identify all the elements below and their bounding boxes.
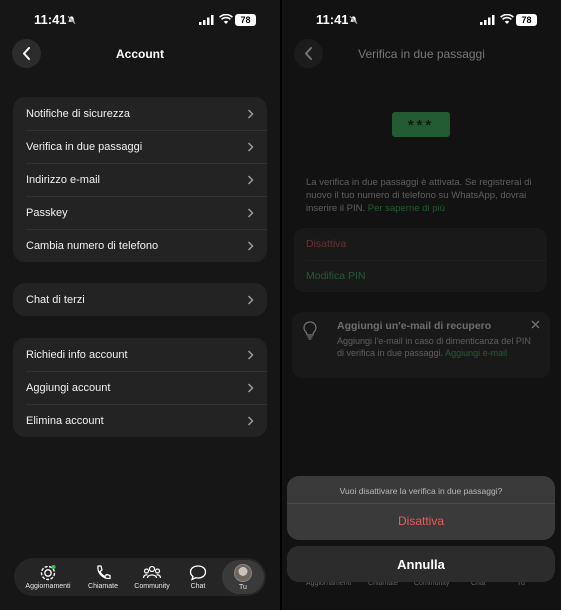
- pin-actions-group: Disattiva Modifica PIN: [294, 228, 547, 292]
- verification-info-text: La verifica in due passaggi è attivata. …: [306, 177, 532, 214]
- row-request-account-info[interactable]: Richiedi info account: [13, 338, 267, 371]
- tab-you[interactable]: Tu: [222, 560, 264, 594]
- status-bar: 11:41 78: [282, 12, 561, 30]
- battery-indicator: 78: [235, 14, 256, 26]
- community-icon: [143, 565, 161, 579]
- wifi-icon: [500, 14, 514, 24]
- bottom-tab-bar-labels: Aggiornamenti Chiamate Community Chat Tu: [296, 580, 547, 594]
- account-management-group: Richiedi info account Aggiungi account E…: [13, 338, 267, 437]
- tab-chat[interactable]: Chat: [180, 558, 216, 596]
- updates-icon: [40, 565, 56, 581]
- wifi-icon: [219, 14, 233, 24]
- chevron-right-icon: [247, 207, 254, 218]
- battery-indicator: 78: [516, 14, 537, 26]
- chevron-right-icon: [247, 108, 254, 119]
- page-title: Verifica in due passaggi: [358, 47, 485, 61]
- chevron-right-icon: [247, 349, 254, 360]
- action-sheet-message: Vuoi disattivare la verifica in due pass…: [339, 486, 503, 496]
- chevron-right-icon: [247, 294, 254, 305]
- action-sheet: Vuoi disattivare la verifica in due pass…: [287, 476, 555, 540]
- page-title: Account: [116, 47, 164, 61]
- row-security-notifications[interactable]: Notifiche di sicurezza: [13, 97, 267, 130]
- chevron-right-icon: [247, 240, 254, 251]
- divider: [287, 503, 555, 504]
- tab-calls[interactable]: Chiamate: [82, 558, 124, 596]
- row-delete-account[interactable]: Elimina account: [13, 404, 267, 437]
- change-pin-button[interactable]: Modifica PIN: [294, 260, 547, 292]
- two-step-verification-screen: 11:41 78 Verifica in due passaggi *** La…: [282, 0, 561, 610]
- status-bar: 11:41 78: [0, 12, 280, 30]
- tab-community[interactable]: Community: [130, 558, 174, 596]
- close-icon[interactable]: [531, 320, 540, 329]
- row-add-account[interactable]: Aggiungi account: [13, 371, 267, 404]
- phone-icon: [97, 565, 111, 580]
- row-two-step-verification[interactable]: Verifica in due passaggi: [13, 130, 267, 163]
- cellular-signal-icon: [480, 15, 495, 25]
- bell-muted-icon: [67, 15, 76, 25]
- row-email-address[interactable]: Indirizzo e-mail: [13, 163, 267, 196]
- chevron-right-icon: [247, 382, 254, 393]
- status-time: 11:41: [316, 12, 349, 27]
- chevron-right-icon: [247, 141, 254, 152]
- cellular-signal-icon: [199, 15, 214, 25]
- chevron-right-icon: [247, 174, 254, 185]
- chevron-right-icon: [247, 415, 254, 426]
- recovery-title: Aggiungi un'e-mail di recupero: [337, 320, 492, 332]
- status-time: 11:41: [34, 12, 67, 27]
- confirm-disable-button[interactable]: Disattiva: [287, 514, 555, 528]
- learn-more-link[interactable]: Per saperne di più: [368, 203, 445, 214]
- pin-illustration: ***: [392, 112, 450, 137]
- avatar: [234, 563, 252, 582]
- disable-button[interactable]: Disattiva: [294, 228, 547, 260]
- bottom-tab-bar: Aggiornamenti Chiamate Community Chat Tu: [14, 558, 266, 596]
- recovery-body: Aggiungi l'e-mail in caso di dimenticanz…: [337, 336, 531, 358]
- row-third-party-chats[interactable]: Chat di terzi: [13, 283, 267, 316]
- third-party-group: Chat di terzi: [13, 283, 267, 316]
- bell-muted-icon: [349, 15, 358, 25]
- chat-bubble-icon: [189, 565, 207, 581]
- account-screen: 11:41 78 Account Notifiche di sicurezza …: [0, 0, 280, 610]
- add-email-link[interactable]: Aggiungi e-mail: [445, 348, 507, 358]
- cancel-button[interactable]: Annulla: [287, 546, 555, 582]
- row-passkey[interactable]: Passkey: [13, 196, 267, 229]
- recovery-email-card: Aggiungi un'e-mail di recupero Aggiungi …: [292, 312, 550, 378]
- row-change-phone-number[interactable]: Cambia numero di telefono: [13, 229, 267, 262]
- lightbulb-icon: [303, 321, 317, 340]
- tab-updates[interactable]: Aggiornamenti: [20, 558, 76, 596]
- security-settings-group: Notifiche di sicurezza Verifica in due p…: [13, 97, 267, 262]
